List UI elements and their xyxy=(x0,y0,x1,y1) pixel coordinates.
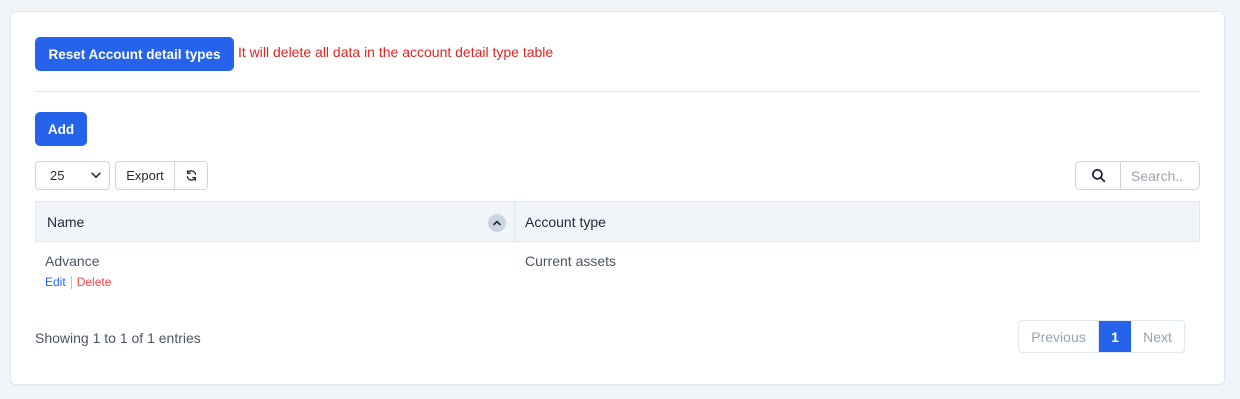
page-length-value: 25 xyxy=(50,168,65,183)
pagination-previous[interactable]: Previous xyxy=(1019,321,1099,352)
page-length-select[interactable]: 25 xyxy=(35,161,110,190)
search-box xyxy=(1075,161,1200,190)
table-row: Advance Edit Delete Current assets xyxy=(35,243,1200,293)
table-button-group: Export xyxy=(115,161,208,190)
refresh-button[interactable] xyxy=(175,162,207,189)
chevron-down-icon xyxy=(91,172,101,178)
action-separator xyxy=(70,275,72,289)
search-input[interactable] xyxy=(1121,162,1199,189)
delete-link[interactable]: Delete xyxy=(77,275,112,289)
column-header-name-label: Name xyxy=(47,213,85,230)
export-button[interactable]: Export xyxy=(116,162,175,189)
column-header-name[interactable]: Name xyxy=(36,202,515,241)
reset-warning-text: It will delete all data in the account d… xyxy=(238,44,554,60)
table-info: Showing 1 to 1 of 1 entries xyxy=(35,330,201,346)
pagination-next[interactable]: Next xyxy=(1131,321,1184,352)
pagination: Previous 1 Next xyxy=(1018,320,1185,353)
table-header: Name Account type xyxy=(35,201,1200,242)
account-detail-types-card: Reset Account detail types It will delet… xyxy=(10,11,1225,385)
divider xyxy=(35,91,1200,92)
edit-link[interactable]: Edit xyxy=(45,275,66,289)
refresh-icon xyxy=(186,170,196,181)
search-button[interactable] xyxy=(1076,162,1121,189)
column-header-account-type-label: Account type xyxy=(525,213,606,230)
sort-up-icon xyxy=(488,214,506,232)
cell-name: Advance xyxy=(45,253,100,269)
reset-account-detail-types-button[interactable]: Reset Account detail types xyxy=(35,37,234,71)
search-icon xyxy=(1091,168,1105,183)
column-header-account-type[interactable]: Account type xyxy=(515,202,1199,241)
pagination-page-1[interactable]: 1 xyxy=(1099,321,1131,352)
cell-account-type: Current assets xyxy=(525,253,617,269)
row-actions: Edit Delete xyxy=(45,275,111,289)
add-button[interactable]: Add xyxy=(35,112,87,146)
